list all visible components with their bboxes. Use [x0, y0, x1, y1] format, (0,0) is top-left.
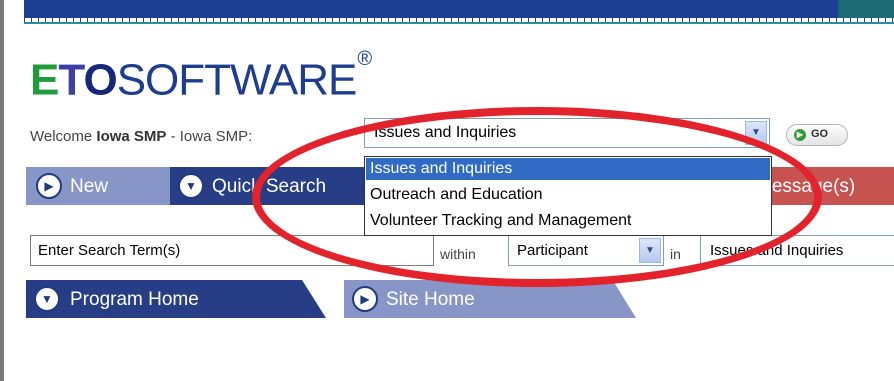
left-border — [0, 0, 4, 381]
welcome-text: Welcome Iowa SMP - Iowa SMP: — [30, 128, 253, 145]
arrow-circle-icon: ▶ — [794, 129, 806, 141]
header-banner — [24, 0, 894, 24]
tab-new[interactable]: ▶ New — [26, 167, 186, 205]
arrow-circle-icon: ▶ — [352, 286, 378, 312]
go-button[interactable]: ▶ GO — [786, 124, 848, 146]
chevron-down-icon: ▼ — [178, 173, 204, 199]
arrow-circle-icon: ▶ — [36, 173, 62, 199]
chevron-down-icon: ▼ — [34, 286, 60, 312]
eto-software-logo: ETOSOFTWARE® — [30, 48, 372, 105]
annotation-ellipse — [252, 107, 822, 287]
tab-program-home[interactable]: ▼ Program Home — [26, 280, 326, 318]
